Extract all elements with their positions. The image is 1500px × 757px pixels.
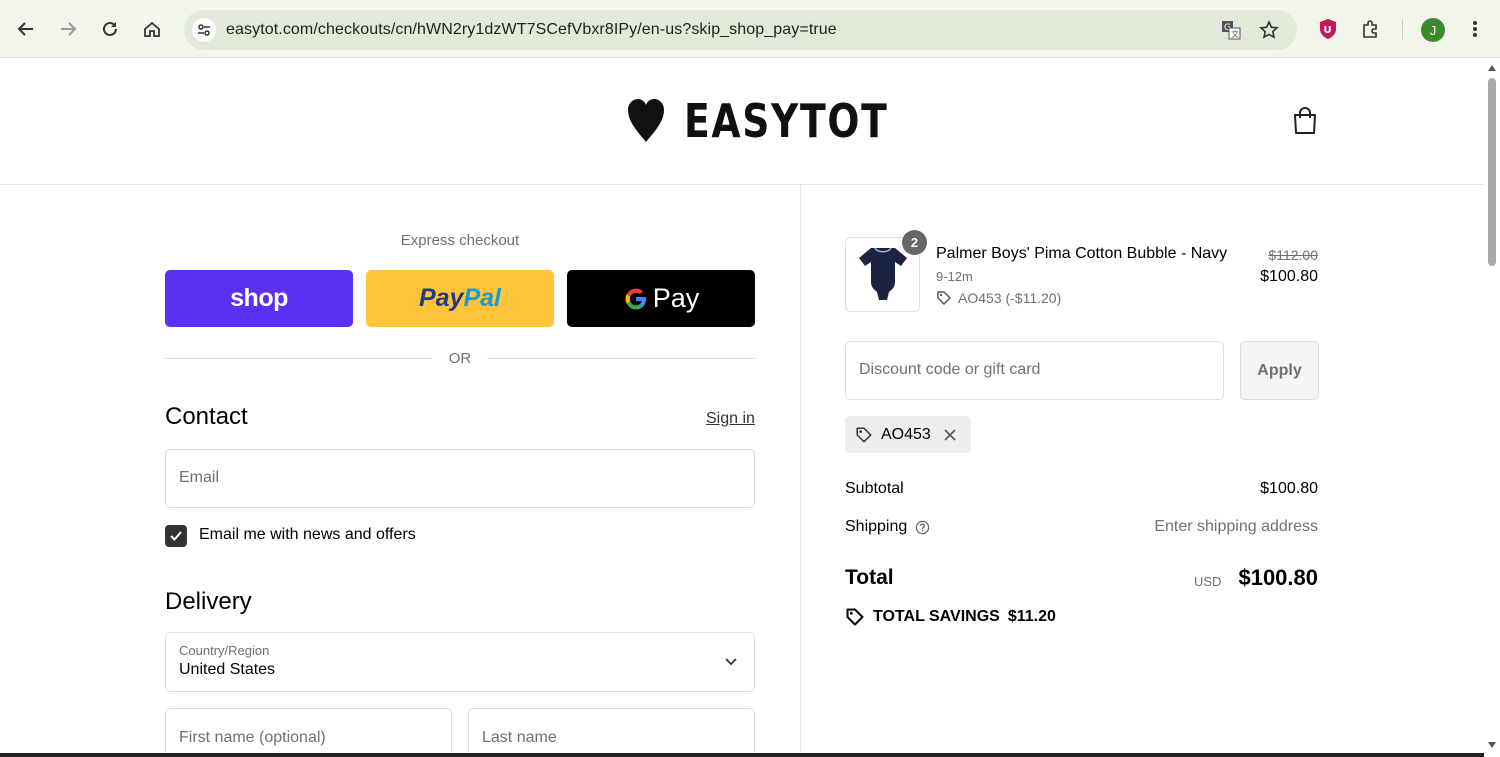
help-circle-icon[interactable] (915, 520, 930, 535)
home-icon[interactable] (138, 15, 166, 43)
taskbar-edge (0, 753, 1484, 757)
store-header: EASYTOT (0, 58, 1484, 185)
email-placeholder: Email (179, 469, 220, 486)
forward-icon[interactable] (54, 15, 82, 43)
checkmark-icon (170, 531, 182, 541)
svg-text:文: 文 (1231, 29, 1239, 39)
paypal-label: PayPal (418, 284, 501, 312)
country-value: United States (179, 661, 276, 678)
svg-text:U: U (1324, 25, 1332, 36)
shop-pay-label: shop (230, 284, 288, 312)
column-divider (800, 185, 801, 757)
product-variant: 9-12m (936, 269, 973, 284)
or-divider-left (165, 358, 432, 359)
bookmark-star-icon[interactable] (1258, 19, 1280, 41)
remove-code-close-icon[interactable] (943, 428, 957, 442)
price-final: $100.80 (1260, 268, 1318, 285)
product-discount: AO453 (-$11.20) (936, 290, 1061, 306)
price-original: $112.00 (1268, 247, 1318, 263)
contact-title: Contact (165, 403, 248, 430)
page-scrollbar[interactable] (1484, 58, 1500, 757)
shipping-label: Shipping (845, 518, 908, 535)
store-logo[interactable]: EASYTOT (626, 94, 933, 148)
tag-icon (856, 426, 872, 443)
shipping-value: Enter shipping address (1154, 518, 1318, 535)
express-checkout-label: Express checkout (400, 232, 520, 249)
site-info-icon[interactable] (192, 18, 216, 42)
address-bar[interactable]: easytot.com/checkouts/cn/hWN2ry1dzWT7SCe… (184, 10, 1297, 50)
discount-placeholder: Discount code or gift card (859, 361, 1041, 378)
checkout-page: EASYTOT Express checkout shop PayPal Pay… (0, 58, 1484, 757)
last-name-placeholder: Last name (482, 729, 557, 746)
savings-tag-icon (846, 608, 864, 626)
toolbar-divider (1402, 19, 1403, 39)
first-name-field[interactable]: First name (optional) (165, 708, 452, 757)
heart-logo-icon (628, 99, 664, 142)
store-name: EASYTOT (684, 94, 889, 148)
first-name-placeholder: First name (optional) (179, 729, 326, 746)
total-savings: TOTAL SAVINGS $11.20 (845, 607, 1056, 627)
shield-extension-icon[interactable]: U (1316, 17, 1340, 41)
tag-icon (937, 291, 951, 305)
scroll-down-arrow-icon[interactable] (1487, 741, 1497, 749)
sign-in-link[interactable]: Sign in (706, 410, 755, 428)
country-label: Country/Region (179, 643, 270, 658)
subtotal-value: $100.80 (1260, 480, 1318, 497)
savings-label: TOTAL SAVINGS (873, 608, 1000, 625)
discount-code-input[interactable]: Discount code or gift card (845, 341, 1224, 400)
total-label: Total (845, 566, 894, 589)
profile-avatar[interactable]: J (1421, 18, 1445, 42)
newsletter-label: Email me with news and offers (199, 526, 416, 543)
paypal-button[interactable]: PayPal (366, 270, 554, 327)
chevron-down-icon (725, 658, 737, 666)
applied-code: AO453 (881, 425, 931, 443)
newsletter-checkbox[interactable] (165, 525, 187, 547)
total-currency: USD (1194, 574, 1222, 589)
shipping-row: Shipping (845, 518, 930, 536)
romper-image (858, 247, 907, 300)
total-value: $100.80 (1238, 565, 1318, 590)
reload-icon[interactable] (96, 15, 124, 43)
savings-value: $11.20 (1007, 608, 1056, 625)
url-text[interactable]: easytot.com/checkouts/cn/hWN2ry1dzWT7SCe… (226, 21, 837, 39)
google-pay-button[interactable]: Pay (567, 270, 755, 327)
shop-pay-button[interactable]: shop (165, 270, 353, 327)
translate-icon[interactable]: G文 (1220, 19, 1242, 41)
scrollbar-thumb[interactable] (1488, 78, 1496, 266)
product-discount-text: AO453 (-$11.20) (958, 290, 1062, 306)
browser-toolbar: easytot.com/checkouts/cn/hWN2ry1dzWT7SCe… (0, 0, 1500, 58)
last-name-field[interactable]: Last name (468, 708, 755, 757)
google-pay-label: Pay (652, 283, 700, 313)
apply-discount-button[interactable]: Apply (1240, 341, 1319, 400)
shopping-bag-icon[interactable] (1292, 106, 1318, 136)
extensions-puzzle-icon[interactable] (1359, 17, 1383, 41)
subtotal-label: Subtotal (845, 480, 904, 497)
or-divider-right (487, 358, 755, 359)
back-icon[interactable] (12, 15, 40, 43)
product-name: Palmer Boys' Pima Cotton Bubble - Navy (936, 245, 1228, 262)
delivery-title: Delivery (165, 588, 252, 615)
google-g-icon (625, 288, 646, 309)
applied-code-chip: AO453 (845, 416, 971, 453)
scroll-up-arrow-icon[interactable] (1487, 64, 1497, 72)
or-label: OR (448, 350, 472, 367)
kebab-menu-icon[interactable] (1463, 17, 1487, 41)
email-field[interactable]: Email (165, 449, 755, 508)
country-select[interactable]: Country/Region United States (165, 632, 755, 692)
quantity-badge: 2 (902, 230, 927, 255)
